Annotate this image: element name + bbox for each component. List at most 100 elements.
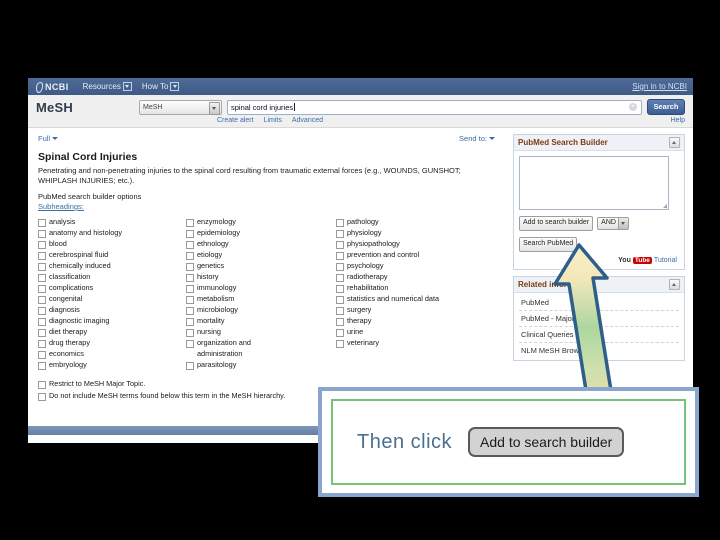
checkbox-icon[interactable]: [38, 339, 46, 348]
checkbox-icon[interactable]: [336, 262, 344, 271]
related-link[interactable]: PubMed: [519, 295, 679, 311]
checkbox-icon[interactable]: [336, 218, 344, 227]
checkbox-icon[interactable]: [186, 229, 194, 238]
checkbox-icon[interactable]: [38, 251, 46, 260]
subheading-checkbox[interactable]: mortality: [186, 315, 336, 326]
subheading-checkbox[interactable]: classification: [38, 271, 186, 282]
add-to-search-builder-button[interactable]: Add to search builder: [519, 216, 594, 231]
checkbox-icon[interactable]: [38, 218, 46, 227]
subheading-checkbox[interactable]: parasitology: [186, 359, 336, 370]
subheading-checkbox[interactable]: therapy: [336, 315, 484, 326]
subheading-checkbox[interactable]: diagnosis: [38, 304, 186, 315]
checkbox-icon[interactable]: [186, 262, 194, 271]
subheading-checkbox[interactable]: veterinary: [336, 337, 484, 348]
search-pubmed-button[interactable]: Search PubMed: [519, 237, 578, 252]
checkbox-icon[interactable]: [186, 295, 194, 304]
checkbox-icon[interactable]: [186, 251, 194, 260]
subheading-checkbox[interactable]: embryology: [38, 359, 186, 370]
subheading-checkbox[interactable]: genetics: [186, 260, 336, 271]
subheading-checkbox[interactable]: urine: [336, 326, 484, 337]
callout-add-to-search-builder-button[interactable]: Add to search builder: [468, 427, 625, 457]
subheading-checkbox[interactable]: enzymology: [186, 216, 336, 227]
nav-item-resources[interactable]: Resources: [83, 82, 132, 91]
subheading-checkbox[interactable]: diet therapy: [38, 326, 186, 337]
sign-in-link[interactable]: Sign in to NCBI: [632, 82, 687, 91]
help-link[interactable]: Help: [671, 117, 685, 124]
checkbox-icon[interactable]: [336, 229, 344, 238]
subheading-checkbox[interactable]: anatomy and histology: [38, 227, 186, 238]
subheading-checkbox[interactable]: economics: [38, 348, 186, 359]
subheading-checkbox[interactable]: metabolism: [186, 293, 336, 304]
subheading-checkbox[interactable]: cerebrospinal fluid: [38, 249, 186, 260]
checkbox-icon[interactable]: [38, 262, 46, 271]
checkbox-icon[interactable]: [38, 284, 46, 293]
display-format-dropdown[interactable]: Full: [38, 134, 59, 143]
ncbi-logo[interactable]: NCBI: [34, 81, 69, 92]
subheading-checkbox[interactable]: organization and administration: [186, 337, 336, 359]
subheading-checkbox[interactable]: radiotherapy: [336, 271, 484, 282]
advanced-link[interactable]: Advanced: [292, 117, 323, 124]
checkbox-icon[interactable]: [38, 392, 46, 401]
boolean-operator-select[interactable]: AND: [597, 217, 629, 230]
checkbox-icon[interactable]: [336, 306, 344, 315]
checkbox-icon[interactable]: [186, 240, 194, 249]
checkbox-icon[interactable]: [186, 361, 194, 370]
checkbox-icon[interactable]: [336, 295, 344, 304]
related-link[interactable]: Clinical Queries: [519, 327, 679, 343]
subheading-checkbox[interactable]: nursing: [186, 326, 336, 337]
limits-link[interactable]: Limits: [264, 117, 282, 124]
subheading-checkbox[interactable]: drug therapy: [38, 337, 186, 348]
checkbox-icon[interactable]: [38, 306, 46, 315]
checkbox-icon[interactable]: [336, 339, 344, 348]
subheading-checkbox[interactable]: complications: [38, 282, 186, 293]
checkbox-icon[interactable]: [186, 284, 194, 293]
subheadings-link[interactable]: Subheadings:: [38, 202, 501, 211]
checkbox-icon[interactable]: [38, 229, 46, 238]
checkbox-icon[interactable]: [38, 328, 46, 337]
subheading-checkbox[interactable]: surgery: [336, 304, 484, 315]
checkbox-icon[interactable]: [38, 380, 46, 389]
search-input[interactable]: spinal cord injuries ×: [227, 99, 642, 115]
subheading-checkbox[interactable]: immunology: [186, 282, 336, 293]
subheading-checkbox[interactable]: epidemiology: [186, 227, 336, 238]
subheading-checkbox[interactable]: chemically induced: [38, 260, 186, 271]
subheading-checkbox[interactable]: psychology: [336, 260, 484, 271]
checkbox-icon[interactable]: [336, 273, 344, 282]
checkbox-icon[interactable]: [38, 350, 46, 359]
checkbox-icon[interactable]: [186, 306, 194, 315]
checkbox-icon[interactable]: [186, 339, 194, 348]
related-link[interactable]: NLM MeSH Browser: [519, 343, 679, 358]
checkbox-icon[interactable]: [336, 328, 344, 337]
subheading-checkbox[interactable]: statistics and numerical data: [336, 293, 484, 304]
collapse-icon[interactable]: [669, 279, 680, 290]
checkbox-icon[interactable]: [186, 317, 194, 326]
subheading-checkbox[interactable]: physiology: [336, 227, 484, 238]
checkbox-icon[interactable]: [186, 218, 194, 227]
subheading-checkbox[interactable]: blood: [38, 238, 186, 249]
subheading-checkbox[interactable]: microbiology: [186, 304, 336, 315]
subheading-checkbox[interactable]: physiopathology: [336, 238, 484, 249]
checkbox-icon[interactable]: [336, 317, 344, 326]
youtube-tutorial-link[interactable]: You Tube Tutorial: [519, 257, 679, 264]
subheading-checkbox[interactable]: analysis: [38, 216, 186, 227]
checkbox-icon[interactable]: [336, 284, 344, 293]
subheading-checkbox[interactable]: prevention and control: [336, 249, 484, 260]
checkbox-icon[interactable]: [336, 251, 344, 260]
checkbox-icon[interactable]: [186, 273, 194, 282]
subheading-checkbox[interactable]: rehabilitation: [336, 282, 484, 293]
subheading-checkbox[interactable]: congenital: [38, 293, 186, 304]
create-alert-link[interactable]: Create alert: [217, 117, 254, 124]
checkbox-icon[interactable]: [38, 240, 46, 249]
checkbox-icon[interactable]: [38, 295, 46, 304]
checkbox-icon[interactable]: [38, 273, 46, 282]
checkbox-icon[interactable]: [336, 240, 344, 249]
related-link[interactable]: PubMed - Major Topic: [519, 311, 679, 327]
subheading-checkbox[interactable]: ethnology: [186, 238, 336, 249]
search-button[interactable]: Search: [647, 99, 685, 115]
database-select[interactable]: MeSH: [139, 99, 222, 115]
subheading-checkbox[interactable]: etiology: [186, 249, 336, 260]
clear-icon[interactable]: ×: [629, 103, 637, 111]
collapse-icon[interactable]: [669, 137, 680, 148]
checkbox-icon[interactable]: [38, 361, 46, 370]
send-to-dropdown[interactable]: Send to:: [459, 134, 495, 143]
